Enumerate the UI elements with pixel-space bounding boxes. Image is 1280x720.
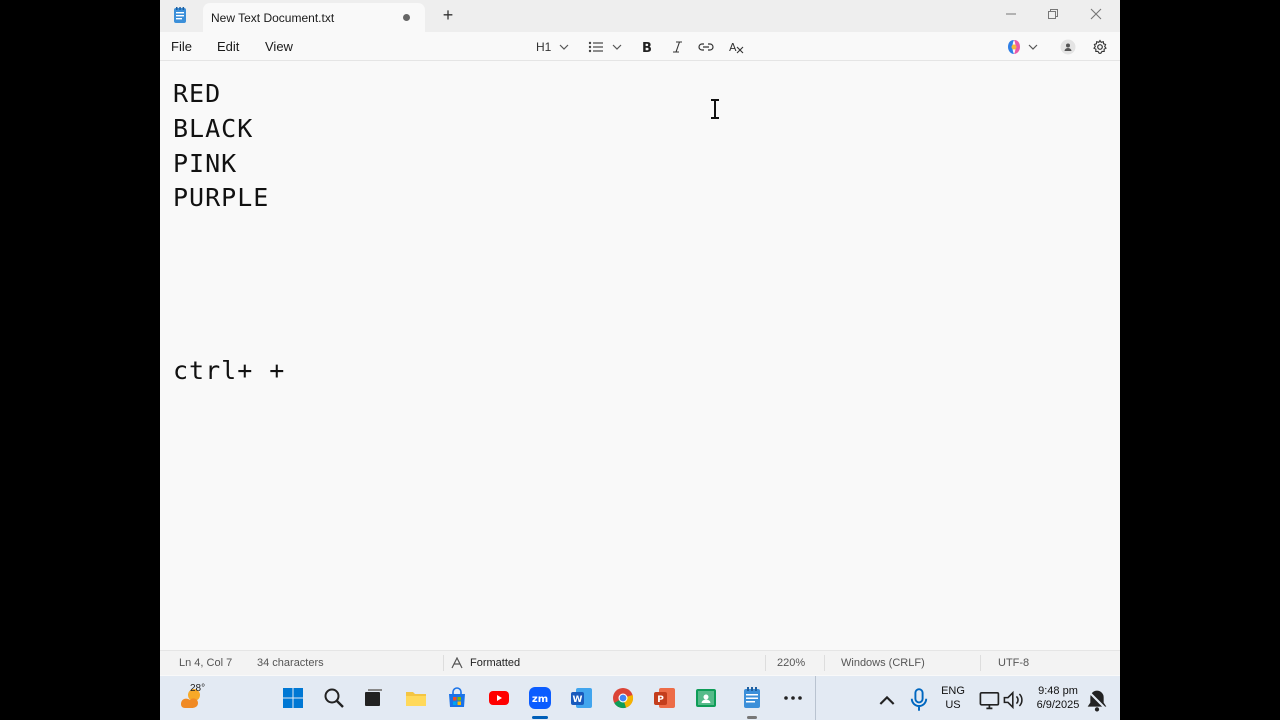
region-label: US (945, 699, 961, 711)
volume-icon[interactable] (1002, 688, 1026, 712)
notepad-app-icon (174, 7, 186, 23)
settings-button[interactable] (1092, 37, 1108, 57)
tab-document[interactable]: New Text Document.txt (203, 3, 425, 32)
restore-icon (1048, 9, 1058, 19)
menu-view[interactable]: View (265, 39, 293, 54)
chevron-up-icon[interactable] (875, 688, 899, 712)
classroom-icon[interactable] (694, 686, 718, 710)
chevron-down-icon (612, 44, 622, 50)
account-icon (1060, 39, 1076, 55)
link-icon (698, 43, 714, 51)
chevron-down-icon (559, 44, 569, 50)
file-explorer-icon[interactable] (404, 686, 428, 710)
svg-text:P: P (657, 695, 664, 705)
zoom-icon[interactable]: zm (528, 686, 552, 710)
time-label: 9:48 pm (1038, 685, 1078, 697)
taskbar: 28° zm W P ENG US 9:48 pm 6/9/2025 (160, 676, 1120, 720)
microphone-icon[interactable] (907, 688, 931, 712)
copilot-icon (1008, 40, 1020, 54)
svg-text:A: A (729, 41, 737, 54)
temperature: 28° (190, 683, 206, 694)
text-line: RED (173, 79, 222, 108)
powerpoint-icon[interactable]: P (653, 686, 677, 710)
menu-bar: File Edit View H1 B A (160, 32, 1120, 61)
unsaved-indicator-icon[interactable] (403, 14, 410, 21)
store-icon[interactable] (445, 686, 469, 710)
youtube-icon[interactable] (487, 686, 511, 710)
text-line: BLACK (173, 114, 254, 143)
notepad-icon[interactable] (740, 686, 764, 710)
text-editor[interactable]: RED BLACK PINK PURPLE ctrl+ + (160, 62, 1120, 646)
active-indicator (532, 716, 548, 719)
text-line: ctrl+ + (173, 356, 286, 385)
cursor-position: Ln 4, Col 7 (179, 657, 233, 669)
date-label: 6/9/2025 (1036, 699, 1080, 711)
character-count: 34 characters (257, 657, 324, 669)
running-indicator (747, 716, 757, 719)
language-label: ENG (941, 685, 965, 697)
divider (443, 655, 444, 671)
heading-dropdown[interactable]: H1 (536, 37, 571, 57)
encoding[interactable]: UTF-8 (998, 657, 1029, 669)
format-icon (451, 657, 463, 669)
close-button[interactable] (1074, 0, 1118, 28)
list-icon (588, 41, 603, 53)
task-view-icon[interactable] (361, 686, 385, 710)
network-icon[interactable] (978, 688, 1002, 712)
start-icon[interactable] (281, 686, 305, 710)
svg-text:W: W (573, 695, 583, 705)
new-tab-button[interactable]: + (439, 6, 457, 24)
tab-title: New Text Document.txt (211, 11, 335, 25)
language-indicator[interactable]: ENG US (938, 684, 968, 712)
search-icon[interactable] (322, 686, 346, 710)
restore-button[interactable] (1031, 0, 1075, 28)
close-icon (1090, 8, 1102, 20)
bold-button[interactable]: B (641, 37, 653, 57)
svg-text:zm: zm (532, 694, 548, 705)
ibeam-cursor-icon (711, 99, 719, 119)
title-bar: New Text Document.txt + (160, 0, 1120, 32)
more-icon[interactable] (781, 686, 805, 710)
text-line: PURPLE (173, 183, 270, 212)
copilot-button[interactable] (1006, 37, 1040, 57)
divider (824, 655, 825, 671)
italic-button[interactable] (671, 37, 683, 57)
bold-icon: B (642, 41, 652, 54)
chrome-icon[interactable] (611, 686, 635, 710)
account-button[interactable] (1060, 37, 1076, 57)
chevron-down-icon (1028, 44, 1038, 50)
clock[interactable]: 9:48 pm 6/9/2025 (1028, 684, 1088, 712)
divider (765, 655, 766, 671)
clear-format-button[interactable]: A (729, 37, 745, 57)
line-ending[interactable]: Windows (CRLF) (841, 657, 925, 669)
gear-icon (1093, 39, 1107, 54)
menu-file[interactable]: File (171, 39, 192, 54)
zoom-level[interactable]: 220% (777, 657, 805, 669)
taskbar-divider (815, 676, 816, 720)
notepad-window: New Text Document.txt + File Edit View H… (160, 0, 1120, 720)
link-button[interactable] (698, 37, 714, 57)
notification-bell-icon[interactable] (1085, 688, 1109, 712)
svg-text:B: B (642, 41, 652, 54)
status-bar: Ln 4, Col 7 34 characters Formatted 220%… (160, 650, 1120, 675)
word-icon[interactable]: W (570, 686, 594, 710)
minimize-button[interactable] (989, 0, 1033, 28)
clear-format-icon: A (729, 41, 744, 54)
italic-icon (673, 41, 682, 53)
format-mode[interactable]: Formatted (470, 657, 520, 669)
divider (980, 655, 981, 671)
list-dropdown[interactable] (588, 37, 624, 57)
menu-edit[interactable]: Edit (217, 39, 239, 54)
text-line: PINK (173, 149, 238, 178)
minimize-icon (1006, 13, 1016, 15)
heading-label: H1 (536, 40, 552, 54)
